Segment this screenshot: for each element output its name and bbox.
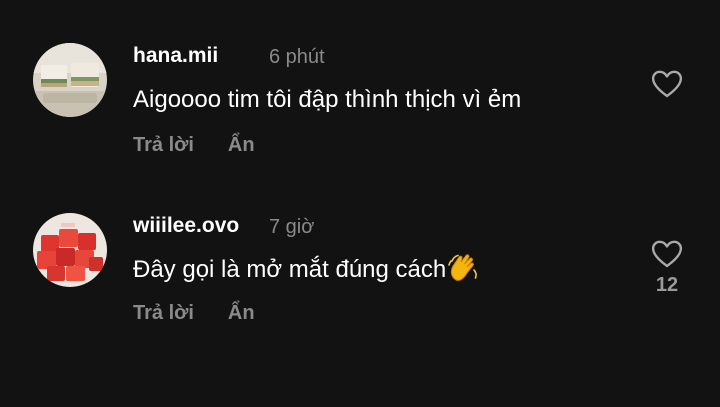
- timestamp: 7 giờ: [269, 216, 315, 238]
- comment-text: Đây gọi là mở mắt đúng cách: [133, 252, 479, 284]
- avatar[interactable]: [33, 43, 107, 117]
- comment-item: hana.mii 6 phút Aigoooo tim tôi đập thìn…: [0, 40, 720, 180]
- username[interactable]: wiiilee.ovo: [133, 214, 239, 238]
- clapping-hands-emoji-icon: [447, 252, 479, 284]
- like-button[interactable]: [648, 70, 686, 104]
- hide-button[interactable]: Ẩn: [228, 302, 255, 325]
- hide-button[interactable]: Ẩn: [228, 134, 255, 157]
- comment-actions: Trả lời Ẩn: [133, 134, 255, 157]
- heart-outline-icon: [651, 240, 683, 268]
- heart-outline-icon: [651, 70, 683, 98]
- username[interactable]: hana.mii: [133, 44, 218, 68]
- comment-actions: Trả lời Ẩn: [133, 302, 255, 325]
- comment-list: hana.mii 6 phút Aigoooo tim tôi đập thìn…: [0, 0, 720, 407]
- food-photo-avatar-icon: [33, 43, 107, 117]
- comment-text-content: Đây gọi là mở mắt đúng cách: [133, 256, 447, 283]
- avatar[interactable]: [33, 213, 107, 287]
- watermelon-cubes-avatar-icon: [33, 213, 107, 287]
- reply-button[interactable]: Trả lời: [133, 134, 194, 157]
- reply-button[interactable]: Trả lời: [133, 302, 194, 325]
- like-count: 12: [655, 274, 679, 296]
- comment-text: Aigoooo tim tôi đập thình thịch vì ẻm: [133, 86, 522, 113]
- timestamp: 6 phút: [269, 46, 325, 68]
- comment-item: wiiilee.ovo 7 giờ Đây gọi là mở mắt đúng…: [0, 210, 720, 350]
- like-button[interactable]: 12: [648, 240, 686, 297]
